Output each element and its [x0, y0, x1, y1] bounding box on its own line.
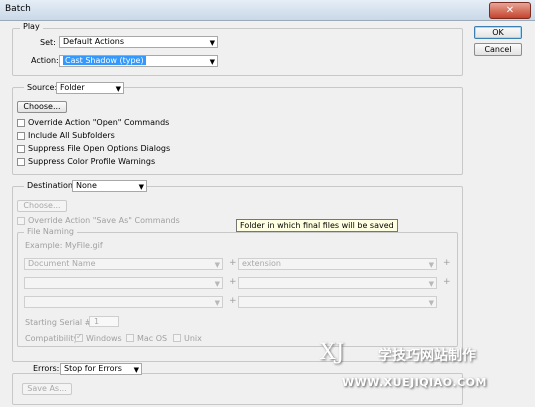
include-subfolders-checkbox[interactable]	[17, 132, 25, 140]
chevron-down-icon: ▼	[428, 299, 434, 307]
include-subfolders-label: Include All Subfolders	[28, 131, 115, 140]
batch-dialog: Batch ✕ OK Cancel Play Set: Default Acti…	[0, 0, 535, 407]
source-label: Source:	[24, 83, 61, 92]
source-select-value: Folder	[60, 83, 85, 92]
source-select[interactable]: Folder ▼	[56, 82, 124, 94]
compat-macos-label: Mac OS	[137, 334, 168, 343]
compatibility-label: Compatibility:	[25, 334, 81, 343]
chevron-down-icon: ▼	[214, 261, 220, 269]
watermark-letters: XJ	[320, 340, 345, 365]
naming-row1-right-select[interactable]: extension ▼	[238, 258, 437, 270]
action-select-value: Cast Shadow (type)	[63, 56, 146, 65]
naming-row2-left-select[interactable]: ▼	[24, 277, 223, 289]
override-open-label: Override Action "Open" Commands	[28, 118, 170, 127]
file-naming-example: Example: MyFile.gif	[25, 241, 103, 250]
play-legend: Play	[20, 22, 43, 31]
chevron-down-icon: ▼	[133, 366, 139, 374]
title-bar: Batch ✕	[0, 0, 535, 21]
plus-sign: +	[229, 277, 237, 287]
chevron-down-icon: ▼	[115, 85, 121, 93]
plus-sign: +	[443, 277, 451, 287]
compat-unix-label: Unix	[184, 334, 202, 343]
serial-label: Starting Serial #:	[25, 318, 95, 327]
override-save-as-checkbox[interactable]	[17, 217, 25, 225]
watermark-chinese: 学技巧网站制作	[378, 348, 476, 364]
naming-row3-right-select[interactable]: ▼	[238, 296, 437, 308]
plus-sign: +	[229, 258, 237, 268]
action-label: Action:	[31, 56, 59, 65]
destination-choose-button[interactable]: Choose...	[17, 200, 67, 212]
compat-windows-checkbox[interactable]: ✓	[75, 332, 83, 342]
check-icon: ✓	[76, 332, 83, 341]
set-select[interactable]: Default Actions ▼	[59, 36, 218, 48]
suppress-open-dialogs-checkbox[interactable]	[17, 145, 25, 153]
chevron-down-icon: ▼	[428, 280, 434, 288]
compat-unix-checkbox[interactable]	[173, 334, 181, 342]
override-save-as-label: Override Action "Save As" Commands	[28, 216, 180, 225]
naming-row1-left-value: Document Name	[28, 259, 96, 268]
chevron-down-icon: ▼	[428, 261, 434, 269]
plus-sign: +	[229, 296, 237, 306]
destination-label: Destination:	[24, 181, 79, 190]
errors-select[interactable]: Stop for Errors ▼	[60, 363, 142, 375]
suppress-open-dialogs-label: Suppress File Open Options Dialogs	[28, 144, 171, 153]
errors-save-as-button[interactable]: Save As...	[22, 383, 72, 395]
close-icon: ✕	[505, 5, 515, 16]
plus-sign: +	[443, 258, 451, 268]
destination-tooltip: Folder in which final files will be save…	[236, 219, 398, 232]
suppress-profile-warnings-checkbox[interactable]	[17, 158, 25, 166]
destination-select-value: None	[76, 181, 97, 190]
naming-row1-right-value: extension	[242, 259, 281, 268]
action-select[interactable]: Cast Shadow (type) ▼	[59, 55, 218, 67]
chevron-down-icon: ▼	[209, 39, 215, 47]
errors-select-value: Stop for Errors	[64, 364, 122, 373]
chevron-down-icon: ▼	[214, 280, 220, 288]
naming-row2-right-select[interactable]: ▼	[238, 277, 437, 289]
source-choose-button[interactable]: Choose...	[17, 101, 67, 113]
compat-windows-label: Windows	[86, 334, 122, 343]
cancel-button[interactable]: Cancel	[474, 43, 522, 56]
watermark-url: WWW.XUEJIQIAO.COM	[342, 376, 487, 389]
chevron-down-icon: ▼	[214, 299, 220, 307]
watermark-logo: XJ 学技巧网站制作 WWW.XUEJIQIAO.COM	[320, 340, 530, 398]
destination-select[interactable]: None ▼	[72, 180, 147, 192]
serial-input[interactable]: 1	[89, 316, 119, 327]
set-label: Set:	[40, 38, 56, 47]
chevron-down-icon: ▼	[209, 58, 215, 66]
naming-row3-left-select[interactable]: ▼	[24, 296, 223, 308]
set-select-value: Default Actions	[63, 37, 124, 46]
ok-button[interactable]: OK	[474, 26, 522, 39]
chevron-down-icon: ▼	[138, 183, 144, 191]
close-button[interactable]: ✕	[489, 2, 531, 19]
file-naming-legend: File Naming	[24, 227, 77, 236]
errors-label: Errors:	[30, 364, 63, 373]
override-open-checkbox[interactable]	[17, 119, 25, 127]
naming-row1-left-select[interactable]: Document Name ▼	[24, 258, 223, 270]
compat-macos-checkbox[interactable]	[126, 334, 134, 342]
suppress-profile-warnings-label: Suppress Color Profile Warnings	[28, 157, 156, 166]
window-title: Batch	[5, 4, 31, 14]
